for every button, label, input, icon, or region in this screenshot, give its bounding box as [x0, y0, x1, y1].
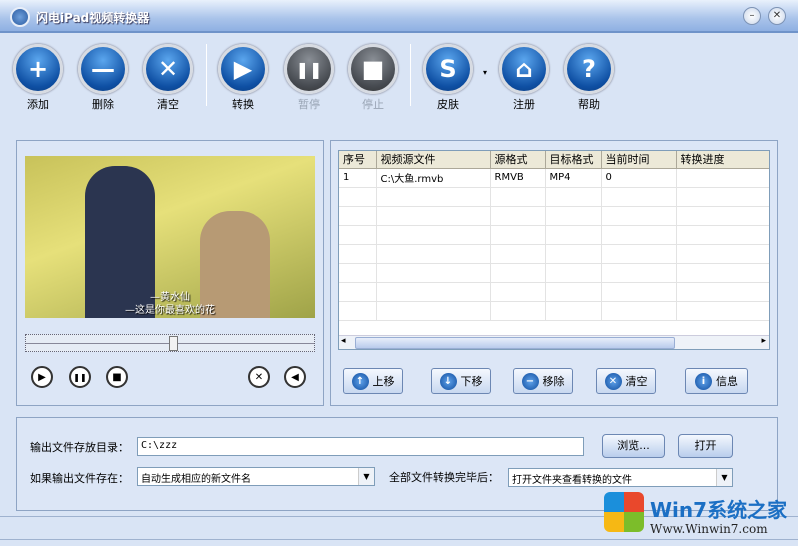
- register-label: 注册: [513, 98, 535, 111]
- col-target-format[interactable]: 目标格式: [545, 151, 602, 169]
- pause-button[interactable]: ❚❚ 暂停: [281, 44, 337, 112]
- file-exists-select[interactable]: 自动生成相应的新文件名 ▼: [137, 467, 375, 486]
- cell-target-format: MP4: [545, 168, 602, 188]
- skin-label: 皮肤: [437, 98, 459, 111]
- add-button[interactable]: + 添加: [10, 44, 66, 112]
- remove-button[interactable]: − 移除: [513, 368, 573, 394]
- skin-button[interactable]: S 皮肤: [420, 44, 476, 112]
- help-icon: ?: [564, 44, 614, 94]
- clear-label: 清空: [157, 98, 179, 111]
- cell-src-format: RMVB: [490, 168, 546, 188]
- cell-time: 0: [601, 168, 677, 188]
- output-dir-label: 输出文件存放目录：: [30, 441, 129, 454]
- watermark-url: Www.Winwin7.com: [650, 522, 768, 536]
- file-exists-value: 自动生成相应的新文件名: [141, 474, 251, 485]
- pause-label: 暂停: [298, 98, 320, 111]
- file-exists-label: 如果输出文件存在：: [30, 472, 129, 485]
- window-title: 闪电iPad视频转换器: [36, 11, 150, 25]
- arrow-down-icon: ↓: [439, 372, 457, 390]
- home-icon: ⌂: [499, 44, 549, 94]
- output-dir-input[interactable]: C:\zzz: [137, 437, 584, 456]
- stop-label: 停止: [362, 98, 384, 111]
- info-icon: i: [695, 372, 712, 390]
- player-stop-icon[interactable]: ■: [106, 366, 128, 388]
- minimize-button[interactable]: –: [743, 7, 761, 25]
- col-src-format[interactable]: 源格式: [490, 151, 546, 169]
- plus-icon: +: [13, 44, 63, 94]
- info-label: 信息: [716, 375, 738, 388]
- pause-icon: ❚❚: [284, 44, 334, 94]
- register-button[interactable]: ⌂ 注册: [496, 44, 552, 112]
- table-header-row: 序号 视频源文件 源格式 目标格式 当前时间 转换进度: [339, 151, 769, 169]
- clear-list-label: 清空: [625, 375, 648, 388]
- col-progress[interactable]: 转换进度: [676, 151, 769, 169]
- cell-progress: [676, 168, 769, 188]
- remove-label: 移除: [542, 375, 565, 388]
- play-icon: ▶: [218, 44, 268, 94]
- toolbar-separator: [206, 44, 207, 106]
- after-done-select[interactable]: 打开文件夹查看转换的文件 ▼: [508, 468, 733, 487]
- stop-icon: ■: [348, 44, 398, 94]
- slider-thumb[interactable]: [168, 336, 178, 351]
- title-bar: 闪电iPad视频转换器 – ✕: [0, 0, 798, 33]
- scrollbar-thumb[interactable]: [355, 337, 675, 349]
- open-button[interactable]: 打开: [678, 434, 733, 458]
- x-icon: ✕: [604, 372, 622, 390]
- file-table[interactable]: 序号 视频源文件 源格式 目标格式 当前时间 转换进度 1 C:\大鱼.rmvb…: [338, 150, 770, 350]
- col-source[interactable]: 视频源文件: [376, 151, 491, 169]
- arrow-up-icon: ↑: [351, 372, 369, 390]
- add-label: 添加: [27, 98, 49, 111]
- watermark-title: Win7系统之家: [650, 498, 788, 522]
- chevron-down-icon[interactable]: ▼: [358, 468, 374, 485]
- skin-dropdown-arrow-icon[interactable]: ▾: [483, 68, 487, 77]
- windows-logo-icon: [604, 492, 644, 532]
- x-icon: ✕: [143, 44, 193, 94]
- cell-index: 1: [339, 168, 377, 188]
- col-time[interactable]: 当前时间: [601, 151, 677, 169]
- video-preview: —黄水仙 —这是你最喜欢的花: [25, 156, 315, 318]
- minus-icon: —: [78, 44, 128, 94]
- minus-icon: −: [521, 372, 539, 390]
- move-down-label: 下移: [460, 375, 483, 388]
- move-down-button[interactable]: ↓ 下移: [431, 368, 491, 394]
- after-done-value: 打开文件夹查看转换的文件: [512, 475, 632, 486]
- help-label: 帮助: [578, 98, 600, 111]
- info-button[interactable]: i 信息: [685, 368, 748, 394]
- convert-label: 转换: [232, 98, 254, 111]
- seek-slider[interactable]: [25, 334, 315, 352]
- close-button[interactable]: ✕: [768, 7, 786, 25]
- player-pause-icon[interactable]: ❚❚: [69, 366, 91, 388]
- skin-icon: S: [423, 44, 473, 94]
- help-button[interactable]: ? 帮助: [561, 44, 617, 112]
- app-icon: [10, 7, 30, 27]
- move-up-label: 上移: [372, 375, 395, 388]
- browse-button[interactable]: 浏览...: [602, 434, 665, 458]
- col-index[interactable]: 序号: [339, 151, 377, 169]
- delete-label: 删除: [92, 98, 114, 111]
- volume-icon[interactable]: ◀: [284, 366, 306, 388]
- chevron-down-icon[interactable]: ▼: [716, 469, 732, 486]
- scroll-left-icon[interactable]: ◂: [341, 336, 346, 346]
- player-play-icon[interactable]: ▶: [31, 366, 53, 388]
- delete-button[interactable]: — 删除: [75, 44, 131, 112]
- scroll-right-icon[interactable]: ▸: [761, 336, 766, 346]
- toolbar-separator: [410, 44, 411, 106]
- subtitle-line2: —这是你最喜欢的花: [125, 305, 215, 316]
- clear-button[interactable]: ✕ 清空: [140, 44, 196, 112]
- cell-source: C:\大鱼.rmvb: [376, 168, 491, 188]
- player-close-icon[interactable]: ✕: [248, 366, 270, 388]
- after-done-label: 全部文件转换完毕后：: [389, 471, 499, 484]
- move-up-button[interactable]: ↑ 上移: [343, 368, 403, 394]
- stop-button[interactable]: ■ 停止: [345, 44, 401, 112]
- table-row[interactable]: 1 C:\大鱼.rmvb RMVB MP4 0: [339, 168, 769, 188]
- convert-button[interactable]: ▶ 转换: [215, 44, 271, 112]
- clear-list-button[interactable]: ✕ 清空: [596, 368, 656, 394]
- horizontal-scrollbar[interactable]: ◂ ▸: [339, 335, 769, 349]
